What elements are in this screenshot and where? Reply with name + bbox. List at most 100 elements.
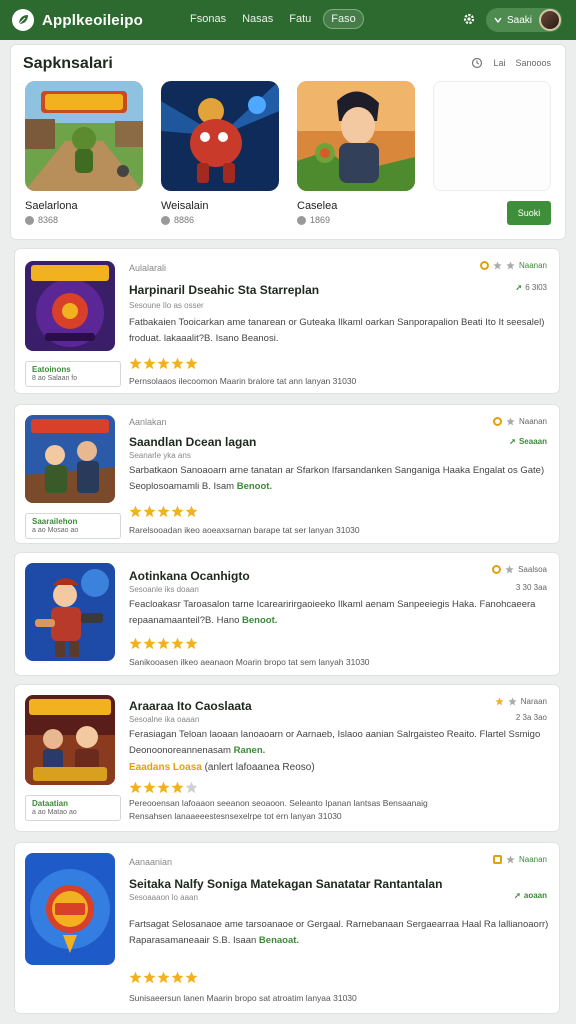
- game-thumbnail-3[interactable]: [297, 81, 415, 191]
- description-line: repaanamaanteil?B. Hano Benoot.: [129, 613, 549, 629]
- badge-label: Eatoinons: [32, 365, 71, 374]
- item-title[interactable]: Saandlan Dcean lagan: [129, 435, 256, 449]
- description-highlight[interactable]: Benoot.: [237, 481, 272, 492]
- rating-dot-icon: [25, 215, 34, 225]
- game-meta-1: 8368: [25, 215, 58, 225]
- star-icon: [171, 781, 184, 794]
- game-name-2[interactable]: Weisalain: [161, 200, 209, 212]
- game-thumbnail-1[interactable]: [25, 81, 143, 191]
- meta-right-label: aoaan: [523, 891, 547, 900]
- item-description: Feacloakasr Taroasalon tarne Icarearirir…: [129, 597, 549, 629]
- tool-label-1[interactable]: Lai: [493, 58, 505, 68]
- item-subtitle: Sesoanle iks doaan: [129, 585, 199, 594]
- star-grey-icon: [506, 417, 515, 426]
- description-highlight[interactable]: Benaoat.: [259, 935, 299, 946]
- item-status: Naanan: [492, 417, 547, 426]
- promo-text: (anlert lafoaanea Reoso): [204, 762, 315, 773]
- star-icon: [185, 637, 198, 650]
- star-gold-icon: [495, 697, 504, 706]
- top-bar: Applkeoileipo Fsonas Nasas Fatu Faso Saa…: [0, 0, 576, 40]
- promo-highlight[interactable]: Eaadans Loasa: [129, 762, 202, 773]
- star-icon: [129, 357, 142, 370]
- item-title[interactable]: Araaraa Ito Caoslaata: [129, 699, 252, 713]
- item-footer-2: Rensahsen lanaaeeestesnsexelrpe tot ern …: [129, 811, 342, 821]
- nav-item-2[interactable]: Nasas: [238, 9, 277, 29]
- status-label: Naanan: [518, 261, 547, 270]
- game-name-1[interactable]: Saelarlona: [25, 200, 78, 212]
- badge-sublabel: a ao Mosao ao: [32, 527, 79, 534]
- clock-icon[interactable]: [471, 57, 483, 69]
- game-art-image: [161, 81, 279, 191]
- user-menu[interactable]: Saaki: [486, 8, 562, 32]
- item-description: Sarbatkaon Sanoaoarn arne tanatan ar Sfa…: [129, 463, 549, 495]
- chevron-down-icon: [494, 17, 502, 24]
- game-thumbnail[interactable]: [25, 695, 115, 785]
- star-icon: [185, 357, 198, 370]
- item-subtitle: Sesoune Ilo as osser: [129, 301, 204, 310]
- nav-item-4[interactable]: Faso: [323, 9, 364, 29]
- trend-arrow-icon: ➚: [515, 283, 523, 292]
- item-status: Saalsoa: [492, 565, 547, 574]
- game-art-image: [25, 261, 115, 351]
- list-item[interactable]: Aotinkana Ocanhigto Sesoanle iks doaan F…: [14, 552, 560, 676]
- star-icon: [143, 971, 156, 984]
- badge-sublabel: a ao Matao ao: [32, 809, 77, 816]
- star-icon: [171, 505, 184, 518]
- item-description: Fartsagat Selosanaoe ame tarsoanaoe or G…: [129, 917, 549, 949]
- game-name-3[interactable]: Caselea: [297, 200, 337, 212]
- featured-section: Sapknsalari Lai Sanooos Saelarlona 8368: [10, 44, 566, 240]
- star-icon: [143, 637, 156, 650]
- download-badge[interactable]: Saarailehon a ao Mosao ao: [25, 513, 121, 539]
- game-art-image: [25, 415, 115, 503]
- item-footer: Sunisaeersun lanen Maarin bropo sat atro…: [129, 993, 357, 1003]
- game-thumbnail[interactable]: [25, 853, 115, 965]
- nav-item-1[interactable]: Fsonas: [186, 9, 230, 29]
- list-item[interactable]: Dataatian a ao Matao ao Araaraa Ito Caos…: [14, 684, 560, 832]
- item-status: Naanan: [479, 261, 547, 270]
- description-text: Seoplosoamamli B. Isam: [129, 481, 235, 492]
- game-thumbnail[interactable]: [25, 563, 115, 661]
- game-art-image: [25, 81, 143, 191]
- badge-label: Saarailehon: [32, 517, 78, 526]
- list-item[interactable]: Aanaanian Seitaka Nalfy Soniga Matekagan…: [14, 842, 560, 1014]
- star-icon: [157, 781, 170, 794]
- user-label: Saaki: [507, 14, 533, 26]
- avatar[interactable]: [539, 9, 561, 31]
- app-logo[interactable]: [12, 9, 34, 31]
- status-ring-icon: [492, 565, 502, 574]
- description-line: Feacloakasr Taroasalon tarne Icarearirir…: [129, 599, 536, 610]
- list-item[interactable]: Saarailehon a ao Mosao ao Aanlakan Saand…: [14, 404, 560, 544]
- item-title[interactable]: Aotinkana Ocanhigto: [129, 569, 250, 583]
- meta-right-label: 3 30 3aa: [515, 583, 547, 592]
- tool-label-2[interactable]: Sanooos: [515, 58, 551, 68]
- star-grey-icon: [505, 565, 514, 574]
- settings-gear-icon[interactable]: [462, 12, 476, 26]
- item-footer: Pernsolaaos ilecoomon Maarin bralore tat…: [129, 376, 357, 386]
- game-meta-3: 1869: [297, 215, 330, 225]
- item-title[interactable]: Seitaka Nalfy Soniga Matekagan Sanatatar…: [129, 877, 442, 891]
- list-item[interactable]: Eatoinons 8 ao Salaan fo Aulalarali Harp…: [14, 248, 560, 394]
- description-text: Raparasamaneaair S.B. Isaan: [129, 935, 257, 946]
- item-meta-right: ➚ aoaan: [514, 891, 547, 900]
- nav-item-3[interactable]: Fatu: [285, 9, 315, 29]
- game-thumbnail-2[interactable]: [161, 81, 279, 191]
- star-grey-icon: [508, 697, 517, 706]
- description-highlight[interactable]: Ranen.: [234, 745, 266, 756]
- star-icon: [185, 505, 198, 518]
- item-title[interactable]: Harpinaril Dseahic Sta Starreplan: [129, 283, 319, 297]
- status-ring-icon: [492, 417, 502, 426]
- download-badge[interactable]: Dataatian a ao Matao ao: [25, 795, 121, 821]
- game-thumbnail[interactable]: [25, 415, 115, 503]
- rating-dot-icon: [297, 215, 306, 225]
- star-icon: [143, 781, 156, 794]
- description-line: Deonoonoreannenasam Ranen.: [129, 743, 549, 759]
- download-badge[interactable]: Eatoinons 8 ao Salaan fo: [25, 361, 121, 387]
- game-thumbnail[interactable]: [25, 261, 115, 351]
- description-highlight[interactable]: Benoot.: [242, 615, 277, 626]
- game-meta-2: 8886: [161, 215, 194, 225]
- star-icon: [157, 637, 170, 650]
- status-label: Naanan: [518, 855, 547, 864]
- status-square-icon: [492, 855, 502, 864]
- item-footer: Pereooensan lafoaaon seeanon seoaoon. Se…: [129, 798, 428, 808]
- featured-action-button[interactable]: Suoki: [507, 201, 551, 225]
